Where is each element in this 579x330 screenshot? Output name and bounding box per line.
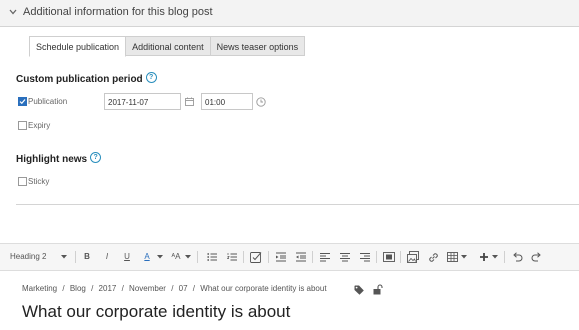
plus-icon[interactable] bbox=[479, 252, 489, 262]
section-title: Additional information for this blog pos… bbox=[23, 6, 213, 18]
table-icon[interactable] bbox=[447, 252, 458, 262]
sticky-label: Sticky bbox=[28, 177, 50, 186]
italic-button[interactable]: I bbox=[101, 244, 113, 270]
publication-label: Publication bbox=[28, 97, 68, 106]
sticky-checkbox[interactable] bbox=[18, 177, 27, 186]
clock-icon[interactable] bbox=[256, 97, 266, 107]
chevron-down-icon bbox=[61, 255, 67, 259]
indent-icon[interactable] bbox=[296, 252, 306, 262]
breadcrumb: Marketing / Blog / 2017 / November / 07 … bbox=[22, 284, 330, 293]
chevron-down-icon[interactable] bbox=[492, 255, 498, 259]
tab-bar: Schedule publication Additional content … bbox=[29, 36, 306, 57]
breadcrumb-item-november[interactable]: November bbox=[129, 284, 166, 293]
redo-icon[interactable] bbox=[531, 252, 542, 262]
align-left-icon[interactable] bbox=[320, 252, 330, 262]
breadcrumb-item-blog[interactable]: Blog bbox=[70, 284, 86, 293]
chevron-down-icon[interactable] bbox=[461, 255, 467, 259]
breadcrumb-separator: / bbox=[192, 284, 196, 293]
breadcrumb-separator: / bbox=[91, 284, 94, 293]
align-right-icon[interactable] bbox=[360, 252, 370, 262]
highlight-heading-row: Highlight news? bbox=[16, 149, 102, 167]
align-center-icon[interactable] bbox=[340, 252, 350, 262]
checklist-icon[interactable] bbox=[250, 251, 262, 263]
breadcrumb-item-current: What our corporate identity is about bbox=[200, 284, 327, 293]
section-header[interactable]: Additional information for this blog pos… bbox=[0, 0, 579, 27]
underline-button[interactable]: U bbox=[121, 244, 133, 270]
unlock-icon[interactable] bbox=[373, 284, 383, 295]
publication-heading-row: Custom publication period? bbox=[16, 69, 157, 87]
help-icon[interactable]: ? bbox=[145, 72, 157, 84]
publication-heading: Custom publication period bbox=[16, 74, 143, 85]
tab-news-teaser-options[interactable]: News teaser options bbox=[209, 36, 306, 56]
outdent-icon[interactable] bbox=[276, 252, 286, 262]
check-icon bbox=[19, 99, 26, 105]
publication-time-input[interactable]: 01:00 bbox=[201, 93, 253, 110]
help-icon[interactable]: ? bbox=[90, 152, 102, 164]
insert-image-icon[interactable] bbox=[407, 251, 419, 263]
bullet-list-icon[interactable] bbox=[207, 252, 217, 262]
editor-toolbar: Heading 2 B I U A ᴬA bbox=[0, 243, 579, 271]
highlight-heading: Highlight news bbox=[16, 154, 88, 165]
page-title[interactable]: What our corporate identity is about bbox=[22, 302, 290, 322]
expiry-label: Expiry bbox=[28, 121, 51, 130]
undo-icon[interactable] bbox=[512, 252, 523, 262]
breadcrumb-separator: / bbox=[62, 284, 65, 293]
tab-schedule-publication[interactable]: Schedule publication bbox=[29, 36, 127, 57]
breadcrumb-item-marketing[interactable]: Marketing bbox=[22, 284, 57, 293]
breadcrumb-separator: / bbox=[171, 284, 174, 293]
numbered-list-icon[interactable] bbox=[227, 252, 237, 262]
expiry-checkbox[interactable] bbox=[18, 121, 27, 130]
calendar-icon[interactable] bbox=[185, 97, 194, 106]
tab-additional-content[interactable]: Additional content bbox=[125, 36, 211, 56]
divider bbox=[16, 204, 579, 205]
style-select-label: Heading 2 bbox=[10, 252, 47, 261]
chevron-down-icon[interactable] bbox=[185, 255, 191, 259]
bold-button[interactable]: B bbox=[81, 244, 93, 270]
publication-checkbox[interactable] bbox=[18, 97, 27, 106]
tag-icon[interactable] bbox=[354, 285, 364, 295]
font-size-button[interactable]: ᴬA bbox=[168, 244, 184, 270]
block-icon[interactable] bbox=[383, 251, 395, 263]
chevron-down-icon bbox=[9, 9, 17, 15]
style-select[interactable]: Heading 2 bbox=[6, 244, 74, 270]
breadcrumb-separator: / bbox=[121, 284, 124, 293]
publication-date-input[interactable]: 2017-11-07 bbox=[104, 93, 181, 110]
breadcrumb-item-2017[interactable]: 2017 bbox=[99, 284, 117, 293]
chevron-down-icon[interactable] bbox=[157, 255, 163, 259]
link-icon[interactable] bbox=[428, 252, 439, 263]
font-color-button[interactable]: A bbox=[141, 244, 153, 270]
breadcrumb-item-07[interactable]: 07 bbox=[179, 284, 188, 293]
